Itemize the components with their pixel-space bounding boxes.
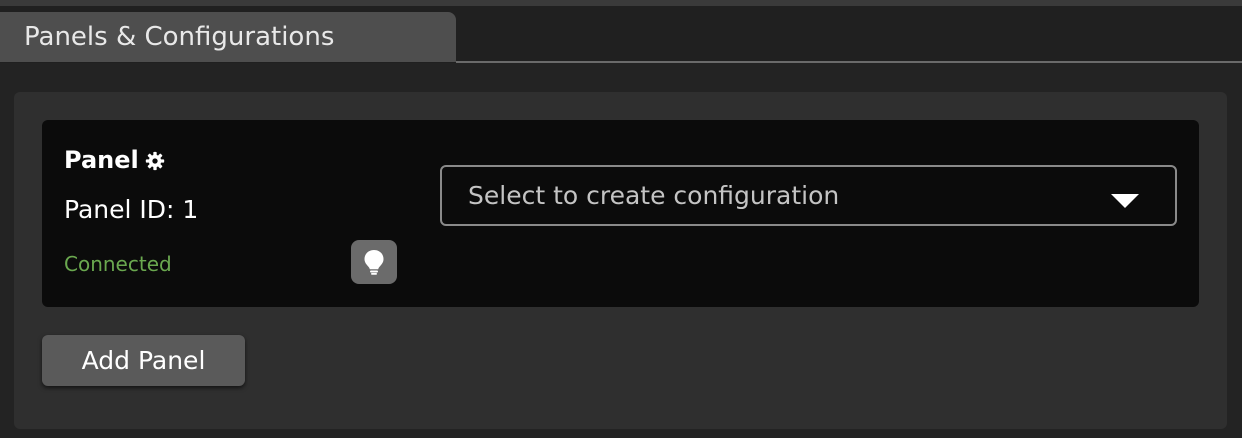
chevron-down-icon — [1111, 194, 1139, 208]
window-top-border — [0, 0, 1242, 6]
configuration-select-placeholder: Select to create configuration — [468, 181, 840, 210]
configuration-select[interactable]: Select to create configuration — [440, 165, 1177, 226]
gear-icon[interactable] — [145, 151, 165, 171]
add-panel-button[interactable]: Add Panel — [42, 335, 245, 386]
add-panel-label: Add Panel — [81, 346, 206, 375]
panel-id: Panel ID: 1 — [64, 195, 199, 224]
connection-status: Connected — [64, 252, 172, 276]
identify-panel-button[interactable] — [351, 240, 397, 284]
panel-title: Panel — [64, 146, 139, 174]
tab-panels-configurations[interactable]: Panels & Configurations — [0, 12, 456, 62]
lightbulb-icon — [364, 250, 384, 275]
tab-label: Panels & Configurations — [24, 22, 335, 52]
